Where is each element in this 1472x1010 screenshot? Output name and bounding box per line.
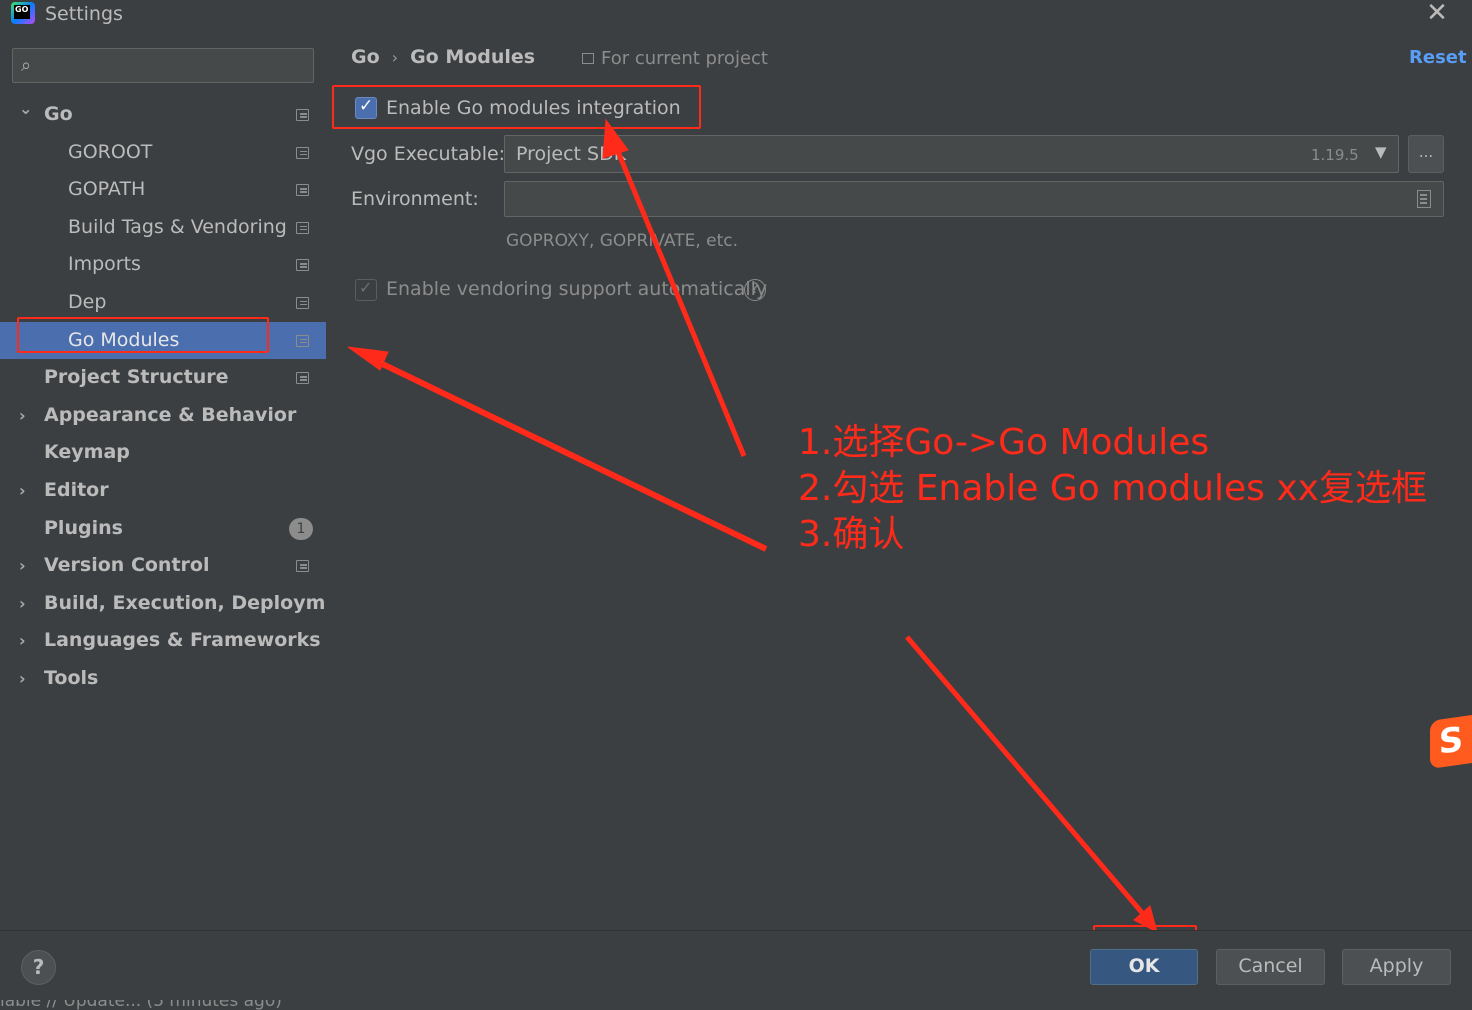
- annotation-text: 1.选择Go->Go Modules 2.勾选 Enable Go module…: [798, 420, 1427, 558]
- help-button[interactable]: ?: [21, 950, 56, 985]
- ok-button[interactable]: OK: [1090, 949, 1198, 985]
- arrow-to-checkbox: [611, 141, 747, 457]
- annotation-line: 2.勾选 Enable Go modules xx复选框: [798, 468, 1427, 509]
- annotation-line: 3.确认: [798, 514, 905, 555]
- arrow-to-go-modules: [366, 354, 768, 552]
- status-text: iable // Update... (5 minutes ago): [0, 1000, 282, 1010]
- annotation-line: 1.选择Go->Go Modules: [798, 422, 1210, 463]
- arrowhead-go-modules: [347, 346, 389, 371]
- dialog-footer: ? OK Cancel Apply: [0, 930, 1472, 1000]
- status-bar: iable // Update... (5 minutes ago): [0, 1000, 1472, 1010]
- arrow-to-ok: [905, 635, 1146, 917]
- arrowhead-checkbox: [602, 118, 629, 159]
- apply-button[interactable]: Apply: [1342, 949, 1451, 985]
- cancel-button[interactable]: Cancel: [1216, 949, 1325, 985]
- sogou-ime-icon[interactable]: S: [1430, 715, 1472, 769]
